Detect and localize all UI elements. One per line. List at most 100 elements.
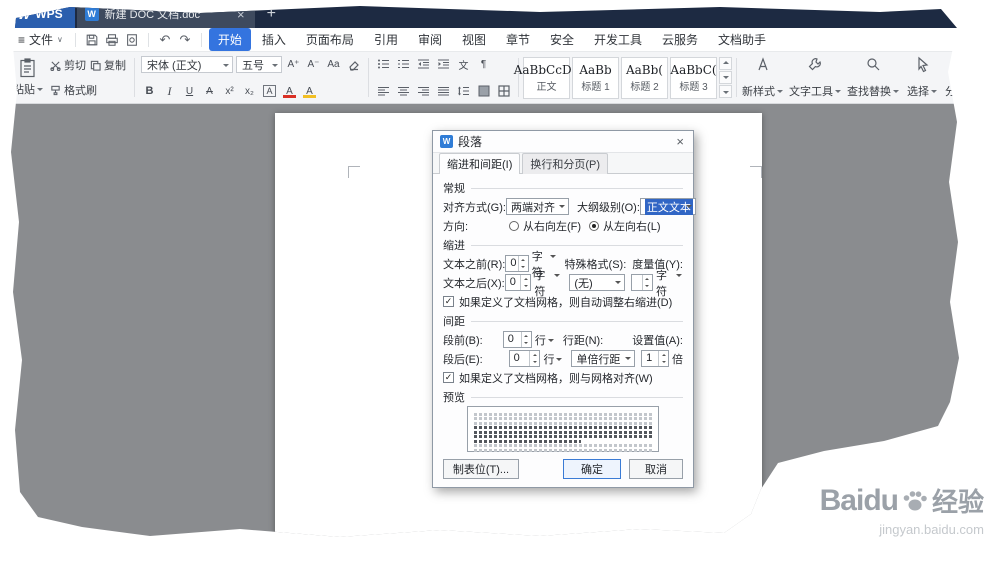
font-size-select[interactable]: 五号 <box>236 56 282 73</box>
styles-scroll-down-icon[interactable] <box>719 70 732 85</box>
special-format-select[interactable]: (无) <box>569 274 626 291</box>
change-case-button[interactable]: Aa <box>325 57 342 73</box>
space-before-input[interactable]: 0 <box>502 331 532 348</box>
screenshot-stage: W WPS W 新建 DOC 文档.doc × + ≡ 文件 ∨ ↶ ↷ 开始 … <box>0 0 1000 555</box>
spinner-buttons[interactable] <box>658 351 668 366</box>
unit-select[interactable]: 字符 <box>534 267 561 299</box>
dialog-close-icon[interactable]: × <box>674 134 686 149</box>
copy-button[interactable]: 复制 <box>88 56 128 74</box>
paste-button[interactable]: 粘贴 <box>11 56 48 99</box>
save-button[interactable] <box>82 31 102 49</box>
superscript-button[interactable]: x² <box>221 83 238 99</box>
outline-level-select[interactable]: 正文文本 <box>639 198 696 215</box>
measure-input[interactable] <box>631 274 653 291</box>
style-heading2[interactable]: AaBb( 标题 2 <box>621 56 668 99</box>
tabs-button[interactable]: 制表位(T)... <box>443 459 519 479</box>
shading-button[interactable] <box>475 83 492 99</box>
menu-tab-cloud[interactable]: 云服务 <box>653 28 707 51</box>
decrease-font-size-button[interactable]: A⁻ <box>305 57 322 73</box>
underline-button[interactable]: U <box>181 83 198 99</box>
align-center-button[interactable] <box>395 83 412 99</box>
wps-home-tab[interactable]: W WPS <box>11 6 75 28</box>
numbered-list-button[interactable] <box>395 56 412 72</box>
style-normal[interactable]: AaBbCcDd 正文 <box>514 56 579 99</box>
unit-select[interactable]: 行 <box>535 332 555 348</box>
undo-button[interactable]: ↶ <box>155 31 175 49</box>
unit-select[interactable]: 字符 <box>656 267 683 299</box>
share-document-button[interactable]: 分享文档 <box>942 54 959 101</box>
ltr-radio[interactable] <box>589 220 600 231</box>
copy-icon <box>90 60 101 71</box>
menu-tab-home[interactable]: 开始 <box>208 28 251 51</box>
decrease-indent-button[interactable] <box>415 56 432 72</box>
menu-tab-page-layout[interactable]: 页面布局 <box>297 28 363 51</box>
alignment-select[interactable]: 两端对齐 <box>505 198 569 215</box>
styles-more-icon[interactable] <box>719 85 732 99</box>
space-after-input[interactable]: 0 <box>508 350 541 367</box>
line-spacing-button[interactable] <box>455 83 472 99</box>
close-tab-icon[interactable]: × <box>235 7 247 22</box>
bullet-list-button[interactable] <box>375 56 392 72</box>
menu-tab-doc-assistant[interactable]: 文档助手 <box>709 28 775 51</box>
file-menu[interactable]: ≡ 文件 ∨ <box>12 31 69 48</box>
unit-select[interactable]: 行 <box>543 351 563 367</box>
spinner-buttons[interactable] <box>520 275 530 290</box>
text-tool-button[interactable]: 文字工具 <box>786 54 844 101</box>
new-style-icon <box>757 57 768 71</box>
spinner-buttons[interactable] <box>517 256 528 271</box>
tab-line-page-breaks[interactable]: 换行和分页(P) <box>522 153 609 174</box>
find-replace-button[interactable]: 查找替换 <box>844 54 902 101</box>
highlight-color-button[interactable]: A <box>301 83 318 99</box>
spinner-buttons[interactable] <box>520 332 531 347</box>
show-paragraph-marks-button[interactable]: ¶ <box>475 56 492 72</box>
subscript-button[interactable]: x₂ <box>241 83 258 99</box>
spinner-buttons[interactable] <box>529 351 539 366</box>
clear-format-button[interactable] <box>345 57 362 73</box>
italic-button[interactable]: I <box>161 83 178 99</box>
line-spacing-select[interactable]: 单倍行距 <box>571 350 636 367</box>
menu-tab-section[interactable]: 章节 <box>497 28 539 51</box>
scissors-icon <box>50 60 61 71</box>
tab-indents-spacing[interactable]: 缩进和间距(I) <box>439 153 521 174</box>
align-left-button[interactable] <box>375 83 392 99</box>
format-painter-button[interactable]: 格式刷 <box>48 81 128 99</box>
ok-button[interactable]: 确定 <box>563 459 621 479</box>
new-tab-button[interactable]: + <box>255 6 288 28</box>
bold-button[interactable]: B <box>141 83 158 99</box>
asian-layout-button[interactable]: 文 <box>455 56 472 72</box>
font-color-button[interactable]: A <box>281 83 298 99</box>
style-heading3[interactable]: AaBbC( 标题 3 <box>670 56 717 99</box>
print-preview-button[interactable] <box>122 31 142 49</box>
document-tab[interactable]: W 新建 DOC 文档.doc × <box>76 6 255 28</box>
menu-tab-references[interactable]: 引用 <box>365 28 407 51</box>
cancel-button[interactable]: 取消 <box>629 459 683 479</box>
style-label: 标题 3 <box>679 81 708 93</box>
align-right-button[interactable] <box>415 83 432 99</box>
redo-button[interactable]: ↷ <box>175 31 195 49</box>
borders-button[interactable] <box>495 83 512 99</box>
print-button[interactable] <box>102 31 122 49</box>
menu-tab-review[interactable]: 审阅 <box>409 28 451 51</box>
justify-button[interactable] <box>435 83 452 99</box>
menu-tab-view[interactable]: 视图 <box>453 28 495 51</box>
set-value-input[interactable]: 1 <box>641 350 670 367</box>
menu-tab-dev-tools[interactable]: 开发工具 <box>585 28 651 51</box>
menu-tab-security[interactable]: 安全 <box>541 28 583 51</box>
text-before-input[interactable]: 0 <box>505 255 529 272</box>
font-name-select[interactable]: 宋体 (正文) <box>141 56 233 73</box>
spinner-buttons[interactable] <box>641 275 652 290</box>
select-button[interactable]: 选择 <box>902 54 942 101</box>
increase-indent-button[interactable] <box>435 56 452 72</box>
text-after-input[interactable]: 0 <box>504 274 532 291</box>
cut-button[interactable]: 剪切 <box>48 56 88 74</box>
style-heading1[interactable]: AaBb 标题 1 <box>572 56 619 99</box>
character-border-button[interactable]: A <box>261 83 278 99</box>
menu-tab-insert[interactable]: 插入 <box>253 28 295 51</box>
increase-font-size-button[interactable]: A⁺ <box>285 57 302 73</box>
new-style-button[interactable]: 新样式 <box>739 54 786 101</box>
rtl-radio[interactable] <box>509 220 519 231</box>
strikethrough-button[interactable]: A <box>201 83 218 99</box>
styles-scroll-up-icon[interactable] <box>719 56 732 70</box>
grid-align-checkbox[interactable]: ✓ <box>443 372 454 383</box>
auto-adjust-checkbox[interactable]: ✓ <box>443 296 454 307</box>
